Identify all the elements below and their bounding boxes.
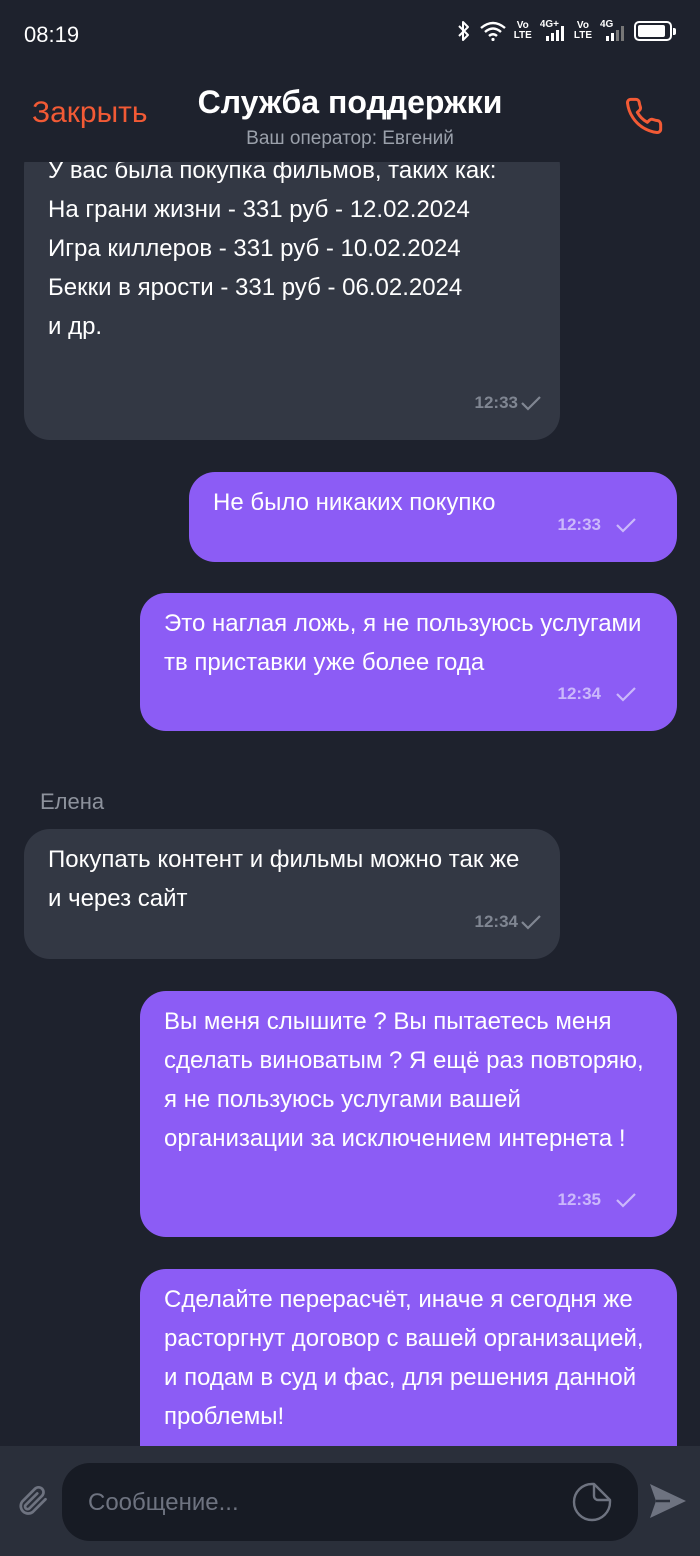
sticker-icon[interactable]	[572, 1482, 612, 1522]
volte-icon: Vo LTE	[513, 20, 532, 41]
check-icon	[616, 517, 636, 533]
message-text: Сделайте перерасчёт, иначе я сегодня же …	[164, 1286, 644, 1430]
message-time: 12:34	[557, 684, 601, 703]
message-text: Это наглая ложь, я не пользуюсь услугами…	[164, 610, 642, 676]
check-icon	[521, 914, 541, 930]
paperclip-icon[interactable]	[14, 1482, 50, 1518]
operator-subtitle: Ваш оператор: Евгений	[246, 128, 454, 149]
message-text: Покупать контент и фильмы можно так же и…	[48, 846, 520, 912]
outgoing-message[interactable]: Вы меня слышите ? Вы пытаетесь меня сдел…	[140, 991, 677, 1237]
outgoing-message[interactable]: Не было никаких покупко 12:33	[189, 472, 677, 562]
message-meta: 12:33	[475, 383, 542, 422]
outgoing-message[interactable]: Это наглая ложь, я не пользуюсь услугами…	[140, 593, 677, 731]
message-time: 12:33	[557, 515, 601, 534]
battery-level	[638, 25, 665, 37]
incoming-message[interactable]: Покупать контент и фильмы можно так же и…	[24, 829, 560, 959]
check-icon	[616, 1192, 636, 1208]
signal-icon: 4G+	[540, 20, 566, 42]
message-time: 12:33	[474, 393, 518, 412]
message-meta: 12:33	[558, 505, 637, 544]
message-meta: 12:34	[475, 902, 542, 941]
status-bar: 08:19 Vo LTE 4G+ Vo LTE 4G	[0, 0, 700, 70]
status-icons: Vo LTE 4G+ Vo LTE 4G	[456, 20, 676, 42]
message-text: Вы меня слышите ? Вы пытаетесь меня сдел…	[164, 1008, 644, 1152]
outgoing-message[interactable]: Сделайте перерасчёт, иначе я сегодня же …	[140, 1269, 677, 1446]
message-time: 12:34	[474, 912, 518, 931]
message-meta: 12:35	[558, 1180, 637, 1219]
phone-icon[interactable]	[624, 96, 664, 136]
wifi-icon	[479, 21, 506, 41]
sender-name: Елена	[40, 789, 105, 814]
composer	[0, 1446, 700, 1556]
chat-header: Закрыть Служба поддержки Ваш оператор: Е…	[0, 70, 700, 162]
message-meta: 12:34	[558, 674, 637, 713]
page-title: Служба поддержки	[197, 84, 503, 120]
message-time: 12:35	[557, 1190, 601, 1209]
volte-icon: Vo LTE	[573, 20, 592, 41]
status-time: 08:19	[24, 22, 80, 47]
bluetooth-icon	[457, 21, 469, 41]
message-input[interactable]	[86, 1463, 560, 1543]
check-icon	[616, 686, 636, 702]
signal-icon: 4G	[600, 20, 626, 42]
battery-icon	[634, 21, 676, 41]
incoming-message[interactable]: У вас была покупка фильмов, таких как: Н…	[24, 162, 560, 440]
message-text: У вас была покупка фильмов, таких как: Н…	[48, 162, 497, 340]
message-field	[62, 1463, 638, 1543]
message-list[interactable]: У вас была покупка фильмов, таких как: Н…	[0, 162, 700, 1446]
check-icon	[521, 395, 541, 411]
send-icon[interactable]	[648, 1482, 688, 1520]
